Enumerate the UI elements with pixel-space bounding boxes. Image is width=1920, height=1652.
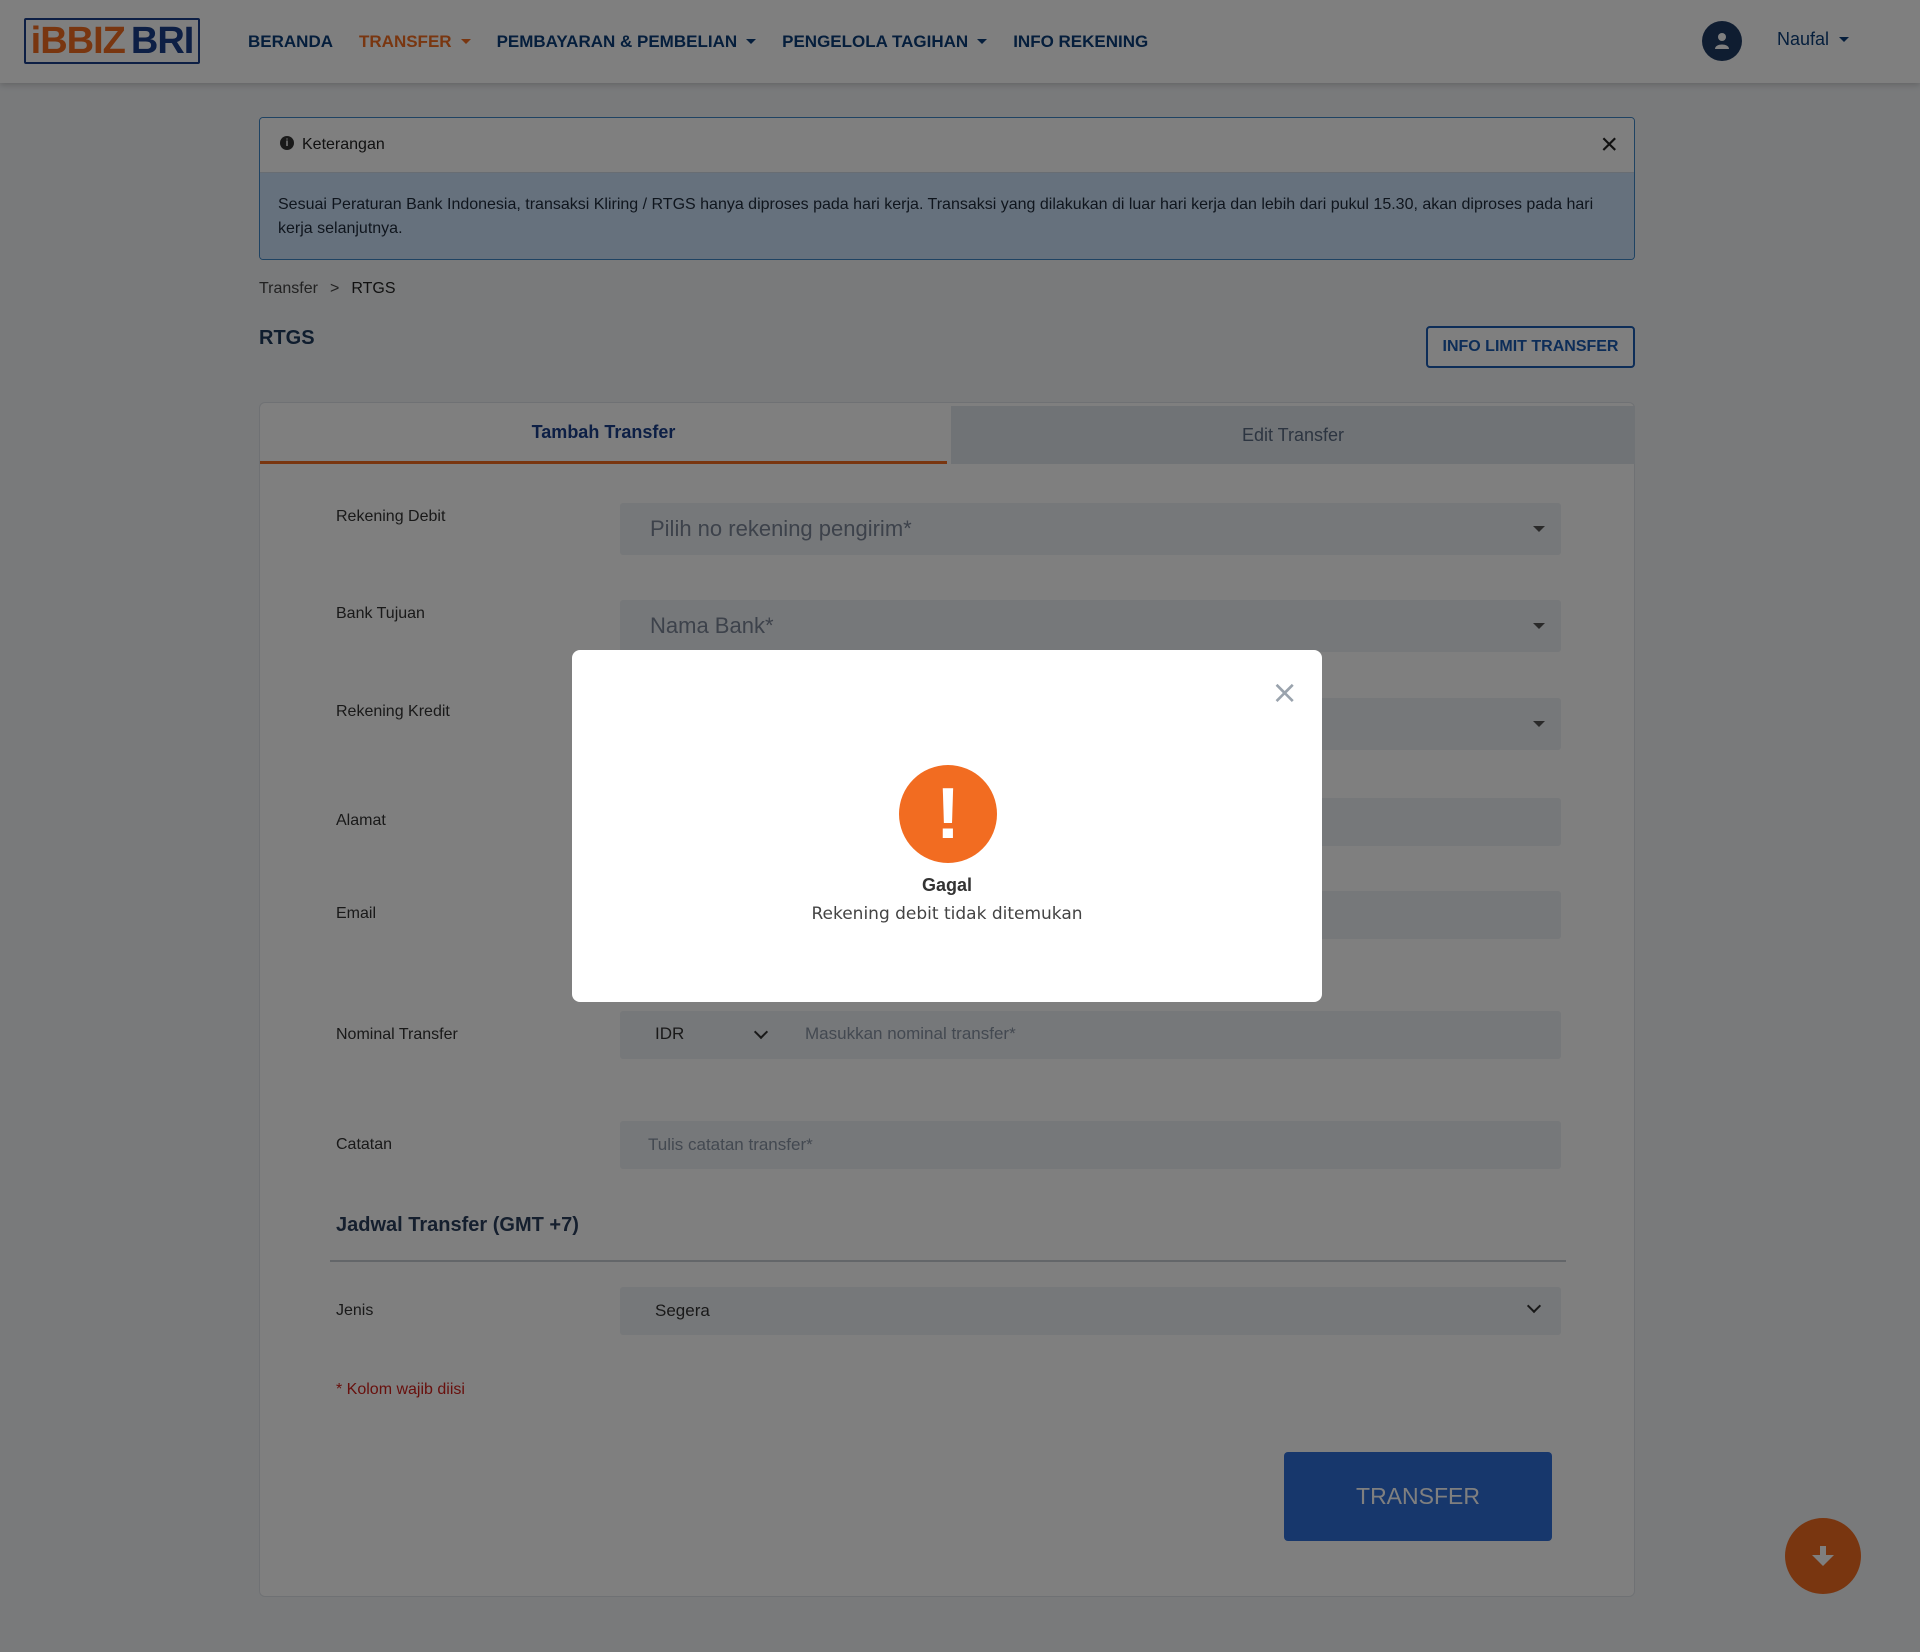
modal-message: Rekening debit tidak ditemukan (811, 904, 1083, 924)
close-icon[interactable]: × (1271, 676, 1298, 708)
exclamation-icon: ! (899, 765, 997, 863)
modal-title: Gagal (921, 875, 973, 895)
error-modal: × ! Gagal Rekening debit tidak ditemukan (572, 650, 1322, 1002)
